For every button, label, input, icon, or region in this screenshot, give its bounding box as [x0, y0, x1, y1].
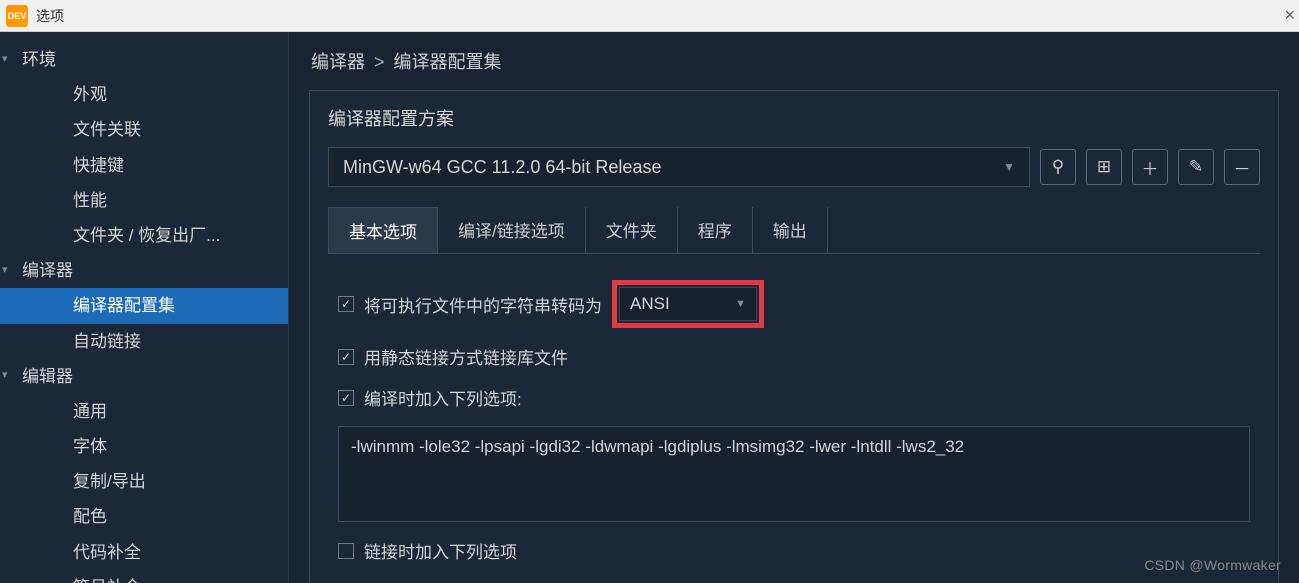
- tab-basic[interactable]: 基本选项: [328, 207, 438, 253]
- compiler-scheme-select[interactable]: MinGW-w64 GCC 11.2.0 64-bit Release ▼: [328, 147, 1030, 187]
- new-folder-button[interactable]: ⊞: [1086, 149, 1122, 185]
- sidebar-group-label: 环境: [22, 46, 56, 73]
- main-layout: ▾ 环境 外观 文件关联 快捷键 性能 文件夹 / 恢复出厂... ▾ 编译器 …: [0, 32, 1299, 583]
- sidebar-group-label: 编辑器: [22, 363, 73, 390]
- sidebar-item-folders-reset[interactable]: 文件夹 / 恢复出厂...: [0, 218, 288, 253]
- minus-icon: －: [1234, 155, 1251, 180]
- sidebar-item-file-assoc[interactable]: 文件关联: [0, 112, 288, 147]
- transcode-checkbox[interactable]: [338, 296, 354, 312]
- option-add-compile-row: 编译时加入下列选项:: [328, 377, 1260, 418]
- static-link-checkbox[interactable]: [338, 349, 354, 365]
- breadcrumb-parent[interactable]: 编译器: [311, 52, 365, 72]
- panel-title: 编译器配置方案: [328, 105, 1260, 131]
- sidebar-item-code-completion[interactable]: 代码补全: [0, 535, 288, 570]
- sidebar-group-label: 编译器: [22, 257, 73, 284]
- add-link-label: 链接时加入下列选项: [364, 538, 517, 563]
- chevron-down-icon: ▾: [2, 51, 18, 69]
- chevron-right-icon: >: [374, 52, 385, 72]
- add-link-checkbox[interactable]: [338, 543, 354, 559]
- tabs: 基本选项 编译/链接选项 文件夹 程序 输出: [328, 207, 1260, 254]
- encoding-select[interactable]: ANSI ▼: [619, 287, 757, 321]
- sidebar-item-color[interactable]: 配色: [0, 499, 288, 534]
- compile-flags-textarea[interactable]: -lwinmm -lole32 -lpsapi -lgdi32 -ldwmapi…: [338, 426, 1250, 522]
- sidebar-group-environment[interactable]: ▾ 环境: [0, 42, 288, 77]
- option-add-link-row: 链接时加入下列选项: [328, 530, 1260, 571]
- remove-button[interactable]: －: [1224, 149, 1260, 185]
- sidebar-item-auto-link[interactable]: 自动链接: [0, 324, 288, 359]
- option-transcode-row: 将可执行文件中的字符串转码为 ANSI ▼: [328, 272, 1260, 336]
- sidebar-item-shortcuts[interactable]: 快捷键: [0, 148, 288, 183]
- option-static-link-row: 用静态链接方式链接库文件: [328, 336, 1260, 377]
- sidebar-item-appearance[interactable]: 外观: [0, 77, 288, 112]
- compiler-panel: 编译器配置方案 MinGW-w64 GCC 11.2.0 64-bit Rele…: [309, 90, 1279, 583]
- search-button[interactable]: ⚲: [1040, 149, 1076, 185]
- chevron-down-icon: ▼: [1003, 160, 1015, 174]
- sidebar-group-compiler[interactable]: ▾ 编译器: [0, 253, 288, 288]
- sidebar-item-copy-export[interactable]: 复制/导出: [0, 464, 288, 499]
- add-compile-label: 编译时加入下列选项:: [364, 385, 522, 410]
- tab-output[interactable]: 输出: [753, 207, 828, 253]
- transcode-label: 将可执行文件中的字符串转码为: [364, 292, 602, 317]
- highlight-annotation: ANSI ▼: [612, 280, 764, 328]
- tab-programs[interactable]: 程序: [678, 207, 753, 253]
- pencil-icon: ✎: [1189, 157, 1203, 177]
- chevron-down-icon: ▾: [2, 262, 18, 280]
- sidebar-item-general[interactable]: 通用: [0, 394, 288, 429]
- folder-plus-icon: ⊞: [1097, 157, 1111, 177]
- content-area: 编译器 > 编译器配置集 编译器配置方案 MinGW-w64 GCC 11.2.…: [289, 32, 1299, 583]
- breadcrumb: 编译器 > 编译器配置集: [309, 48, 1279, 74]
- edit-button[interactable]: ✎: [1178, 149, 1214, 185]
- encoding-value: ANSI: [630, 294, 670, 314]
- sidebar-item-performance[interactable]: 性能: [0, 183, 288, 218]
- add-button[interactable]: ＋: [1132, 149, 1168, 185]
- window-title: 选项: [36, 6, 64, 26]
- sidebar-item-compiler-set[interactable]: 编译器配置集: [0, 288, 288, 323]
- tab-compile-link[interactable]: 编译/链接选项: [438, 207, 586, 253]
- chevron-down-icon: ▼: [735, 298, 746, 310]
- chevron-down-icon: ▾: [2, 367, 18, 385]
- sidebar: ▾ 环境 外观 文件关联 快捷键 性能 文件夹 / 恢复出厂... ▾ 编译器 …: [0, 32, 289, 583]
- breadcrumb-current: 编译器配置集: [394, 52, 502, 72]
- app-logo-icon: DEV: [6, 5, 28, 27]
- sidebar-group-editor[interactable]: ▾ 编辑器: [0, 359, 288, 394]
- scheme-row: MinGW-w64 GCC 11.2.0 64-bit Release ▼ ⚲ …: [328, 147, 1260, 187]
- titlebar: DEV 选项 ×: [0, 0, 1299, 32]
- sidebar-item-font[interactable]: 字体: [0, 429, 288, 464]
- sidebar-item-symbol-completion[interactable]: 符号补全: [0, 570, 288, 583]
- tab-folders[interactable]: 文件夹: [586, 207, 678, 253]
- plus-icon: ＋: [1142, 155, 1159, 180]
- scheme-selected-label: MinGW-w64 GCC 11.2.0 64-bit Release: [343, 157, 661, 178]
- static-link-label: 用静态链接方式链接库文件: [364, 344, 568, 369]
- close-icon[interactable]: ×: [1284, 5, 1295, 26]
- search-icon: ⚲: [1052, 157, 1064, 177]
- add-compile-checkbox[interactable]: [338, 390, 354, 406]
- watermark: CSDN @Wormwaker: [1144, 557, 1281, 573]
